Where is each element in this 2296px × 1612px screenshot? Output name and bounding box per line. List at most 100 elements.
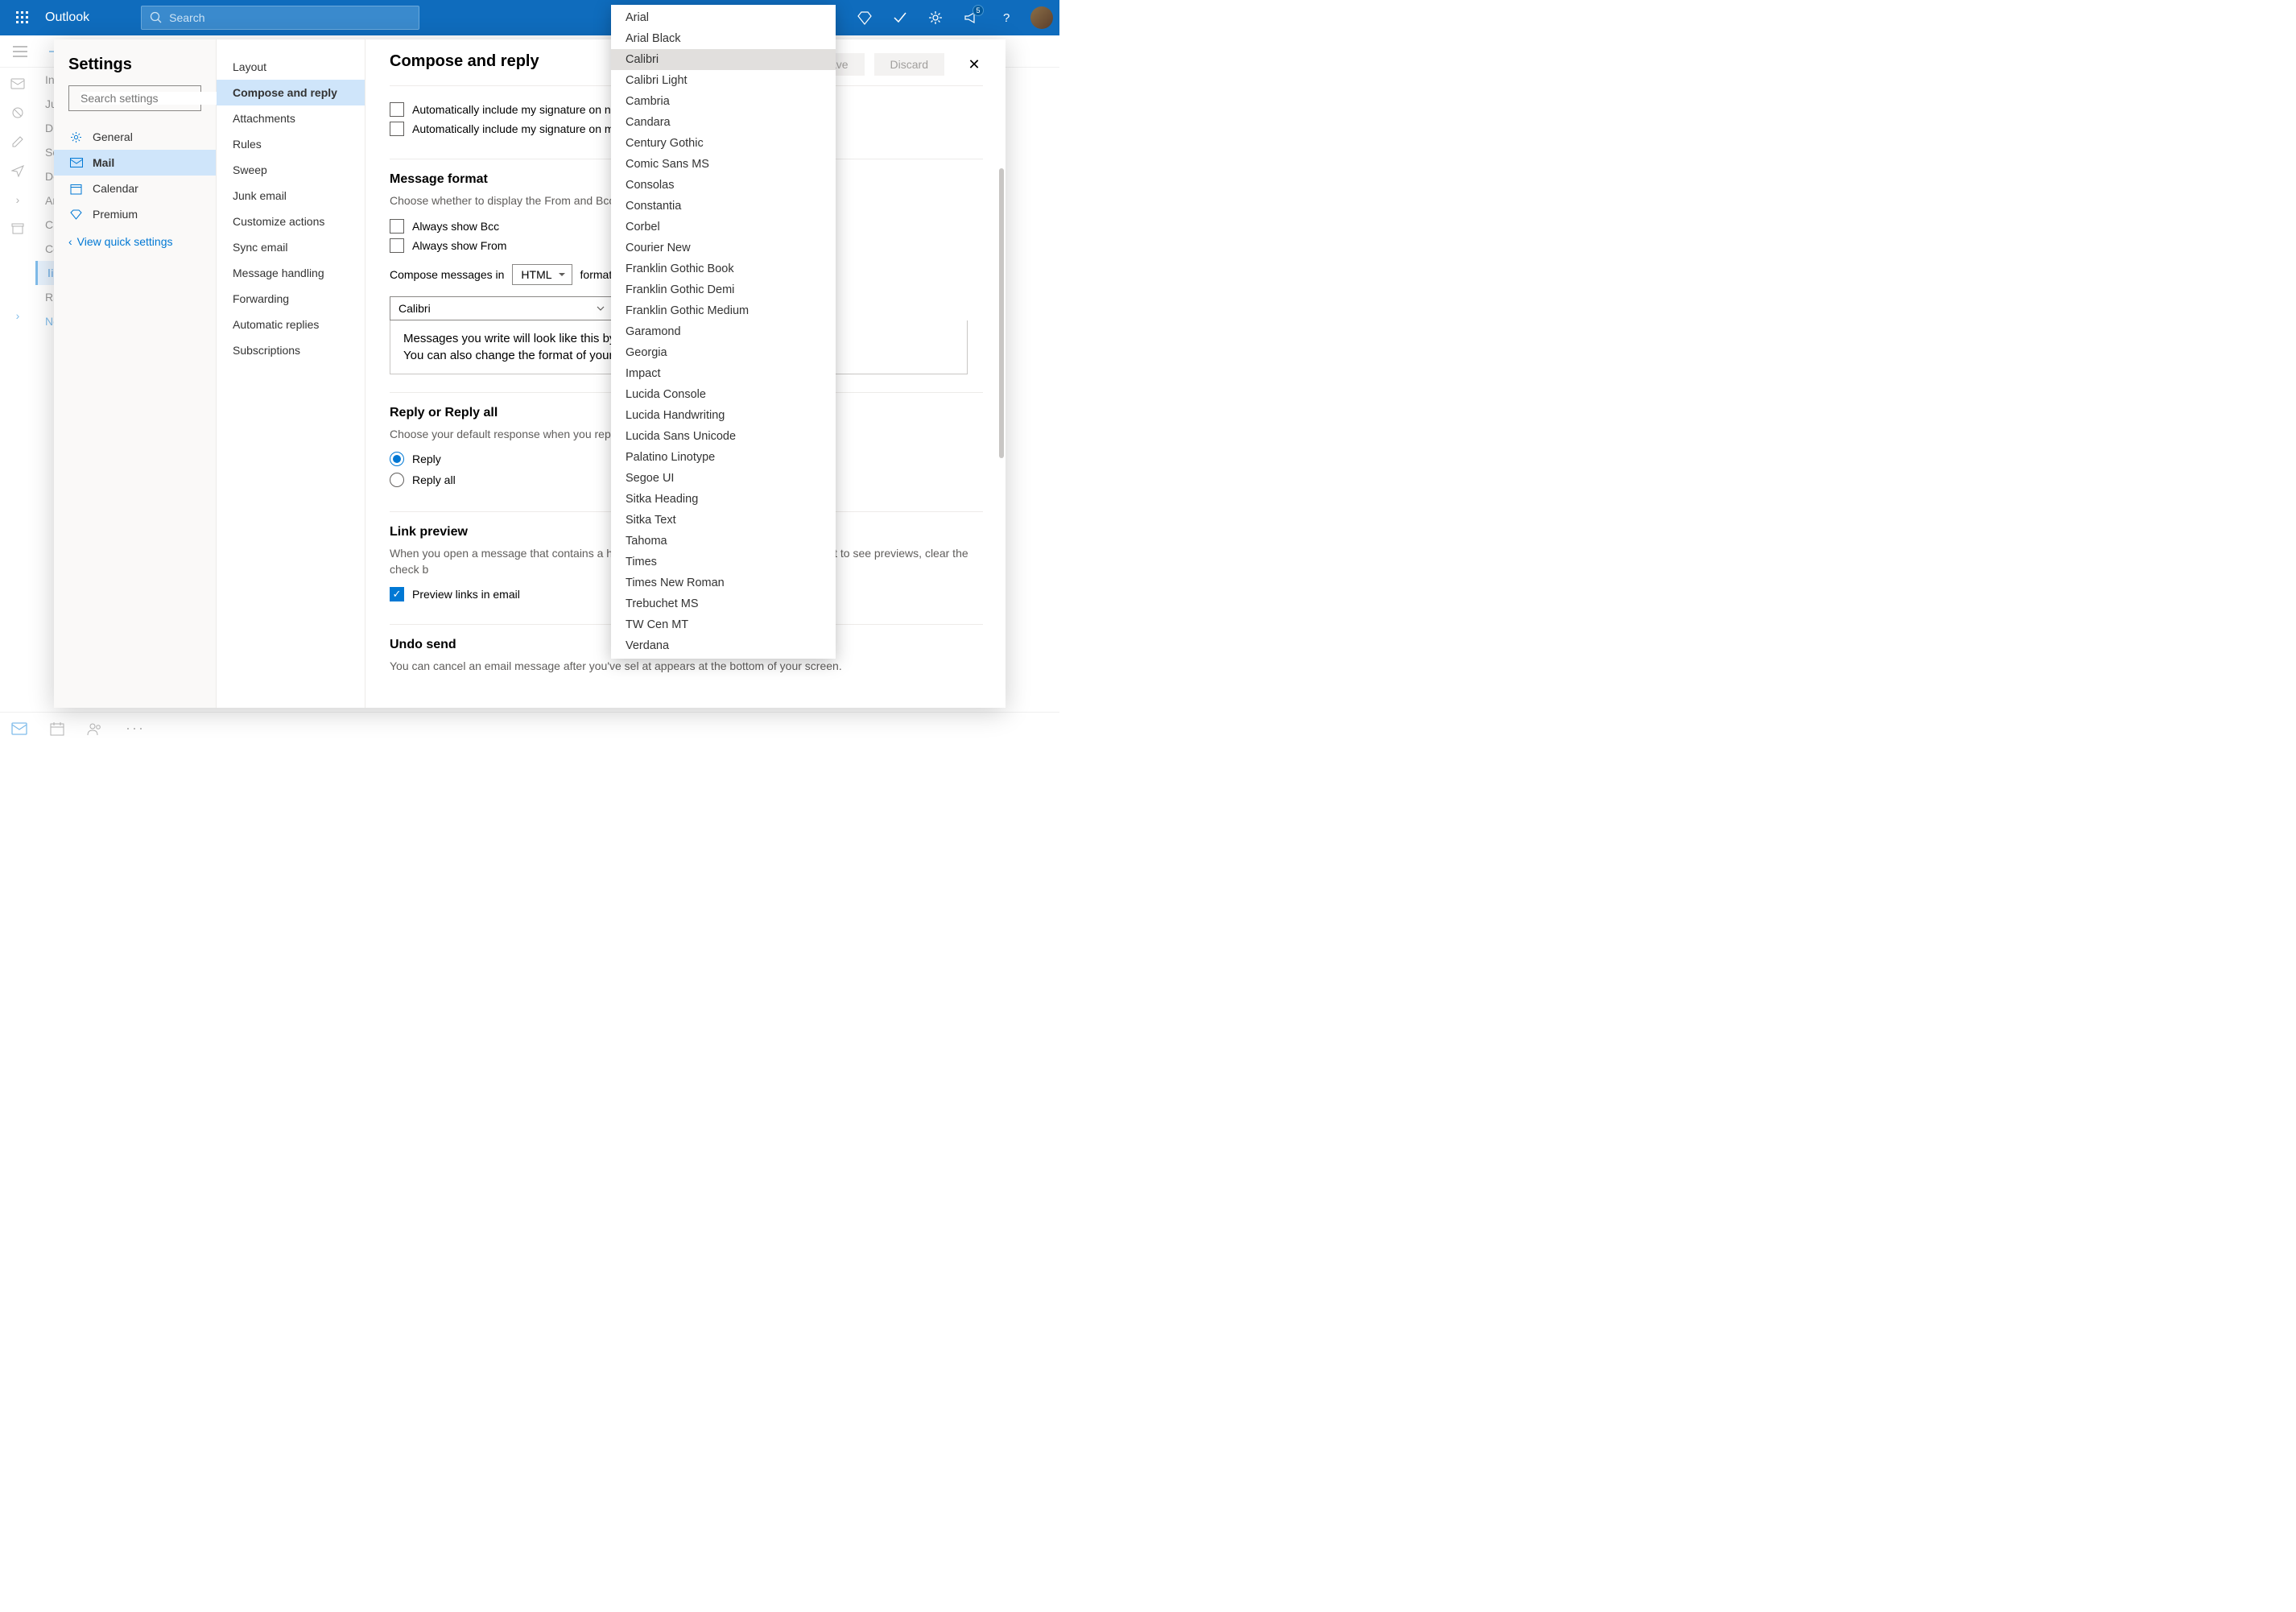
nav2-item[interactable]: Sweep (217, 157, 365, 183)
header-right: 5 ? (849, 2, 1053, 34)
font-option[interactable]: Constantia (611, 196, 836, 217)
nav1-label: Mail (93, 156, 114, 169)
nav1-general[interactable]: General (54, 124, 216, 150)
font-option[interactable]: Georgia (611, 342, 836, 363)
font-option[interactable]: Verdana (611, 635, 836, 656)
nav2-item[interactable]: Layout (217, 54, 365, 80)
premium-icon[interactable] (849, 2, 881, 34)
font-option[interactable]: Comic Sans MS (611, 154, 836, 175)
font-option[interactable]: Trebuchet MS (611, 593, 836, 614)
notification-badge: 5 (972, 5, 984, 16)
checkbox[interactable] (390, 102, 404, 117)
scrollbar-thumb[interactable] (999, 168, 1004, 458)
app-launcher-icon[interactable] (6, 2, 39, 34)
header-bar: Outlook 5 ? (0, 0, 1059, 35)
font-option[interactable]: Tahoma (611, 531, 836, 552)
settings-title: Settings (54, 52, 216, 85)
font-option[interactable]: Lucida Sans Unicode (611, 426, 836, 447)
calendar-icon (70, 183, 83, 195)
checkbox-label: Always show Bcc (412, 220, 499, 233)
font-option[interactable]: Palatino Linotype (611, 447, 836, 468)
font-option[interactable]: Impact (611, 363, 836, 384)
close-icon[interactable]: ✕ (962, 52, 986, 76)
font-option[interactable]: TW Cen MT (611, 614, 836, 635)
mail-icon (70, 158, 83, 167)
font-option[interactable]: Calibri Light (611, 70, 836, 91)
checkbox-label: Preview links in email (412, 588, 520, 601)
nav2-item[interactable]: Compose and reply (217, 80, 365, 105)
checkbox[interactable] (390, 122, 404, 136)
format-select[interactable]: HTML (512, 264, 572, 285)
font-option[interactable]: Franklin Gothic Book (611, 258, 836, 279)
nav2-item[interactable]: Attachments (217, 105, 365, 131)
todo-icon[interactable] (884, 2, 916, 34)
settings-search[interactable] (68, 85, 201, 111)
chevron-down-icon (597, 306, 605, 311)
font-option[interactable]: Garamond (611, 321, 836, 342)
settings-search-input[interactable] (81, 92, 226, 105)
chevron-left-icon: ‹ (68, 235, 72, 248)
nav1-premium[interactable]: Premium (54, 201, 216, 227)
settings-nav-secondary: Layout Compose and reply Attachments Rul… (217, 39, 365, 708)
font-option[interactable]: Franklin Gothic Demi (611, 279, 836, 300)
avatar[interactable] (1030, 6, 1053, 29)
font-option[interactable]: Century Gothic (611, 133, 836, 154)
nav2-item[interactable]: Sync email (217, 234, 365, 260)
font-option[interactable]: Times (611, 552, 836, 572)
font-option[interactable]: Consolas (611, 175, 836, 196)
font-option[interactable]: Lucida Console (611, 384, 836, 405)
font-option[interactable]: Segoe UI (611, 468, 836, 489)
nav1-mail[interactable]: Mail (54, 150, 216, 176)
checkbox[interactable] (390, 238, 404, 253)
font-option[interactable]: Corbel (611, 217, 836, 238)
font-option[interactable]: Franklin Gothic Medium (611, 300, 836, 321)
section-description: You can cancel an email message after yo… (390, 659, 983, 675)
font-select-value: Calibri (398, 302, 431, 315)
checkbox-label: Automatically include my signature on me… (412, 122, 631, 135)
nav2-item[interactable]: Subscriptions (217, 337, 365, 363)
radio[interactable] (390, 452, 404, 466)
scrollbar[interactable] (997, 168, 1006, 474)
label: format (580, 268, 613, 281)
nav1-calendar[interactable]: Calendar (54, 176, 216, 201)
nav2-item[interactable]: Message handling (217, 260, 365, 286)
discard-button[interactable]: Discard (874, 53, 944, 76)
font-option[interactable]: Sitka Text (611, 510, 836, 531)
checkbox[interactable] (390, 219, 404, 234)
nav1-label: Premium (93, 208, 138, 221)
gear-icon[interactable] (919, 2, 952, 34)
font-dropdown[interactable]: ArialArial BlackCalibriCalibri LightCamb… (611, 5, 836, 659)
settings-nav-primary: Settings General Mail Calendar Premium ‹… (54, 39, 217, 708)
nav2-item[interactable]: Customize actions (217, 209, 365, 234)
nav1-label: Calendar (93, 182, 138, 195)
font-option[interactable]: Courier New (611, 238, 836, 258)
app-title: Outlook (45, 10, 89, 25)
nav2-item[interactable]: Automatic replies (217, 312, 365, 337)
font-option[interactable]: Calibri (611, 49, 836, 70)
font-option[interactable]: Arial (611, 7, 836, 28)
radio[interactable] (390, 473, 404, 487)
font-option[interactable]: Times New Roman (611, 572, 836, 593)
checkbox-label: Always show From (412, 239, 506, 252)
checkbox[interactable] (390, 587, 404, 601)
nav2-item[interactable]: Junk email (217, 183, 365, 209)
radio-label: Reply (412, 453, 441, 465)
font-option[interactable]: Arial Black (611, 28, 836, 49)
search-input[interactable] (169, 11, 411, 24)
megaphone-icon[interactable]: 5 (955, 2, 987, 34)
font-select[interactable]: Calibri (390, 296, 613, 320)
nav2-item[interactable]: Forwarding (217, 286, 365, 312)
checkbox-label: Automatically include my signature on ne… (412, 103, 626, 116)
help-icon[interactable]: ? (990, 2, 1022, 34)
radio-label: Reply all (412, 473, 456, 486)
svg-text:?: ? (1003, 11, 1010, 25)
view-quick-settings[interactable]: ‹ View quick settings (54, 227, 216, 256)
nav2-item[interactable]: Rules (217, 131, 365, 157)
font-option[interactable]: Sitka Heading (611, 489, 836, 510)
font-option[interactable]: Cambria (611, 91, 836, 112)
search-box[interactable] (141, 6, 419, 30)
gear-icon (70, 131, 83, 143)
font-option[interactable]: Candara (611, 112, 836, 133)
font-option[interactable]: Lucida Handwriting (611, 405, 836, 426)
quick-settings-label: View quick settings (77, 235, 173, 248)
